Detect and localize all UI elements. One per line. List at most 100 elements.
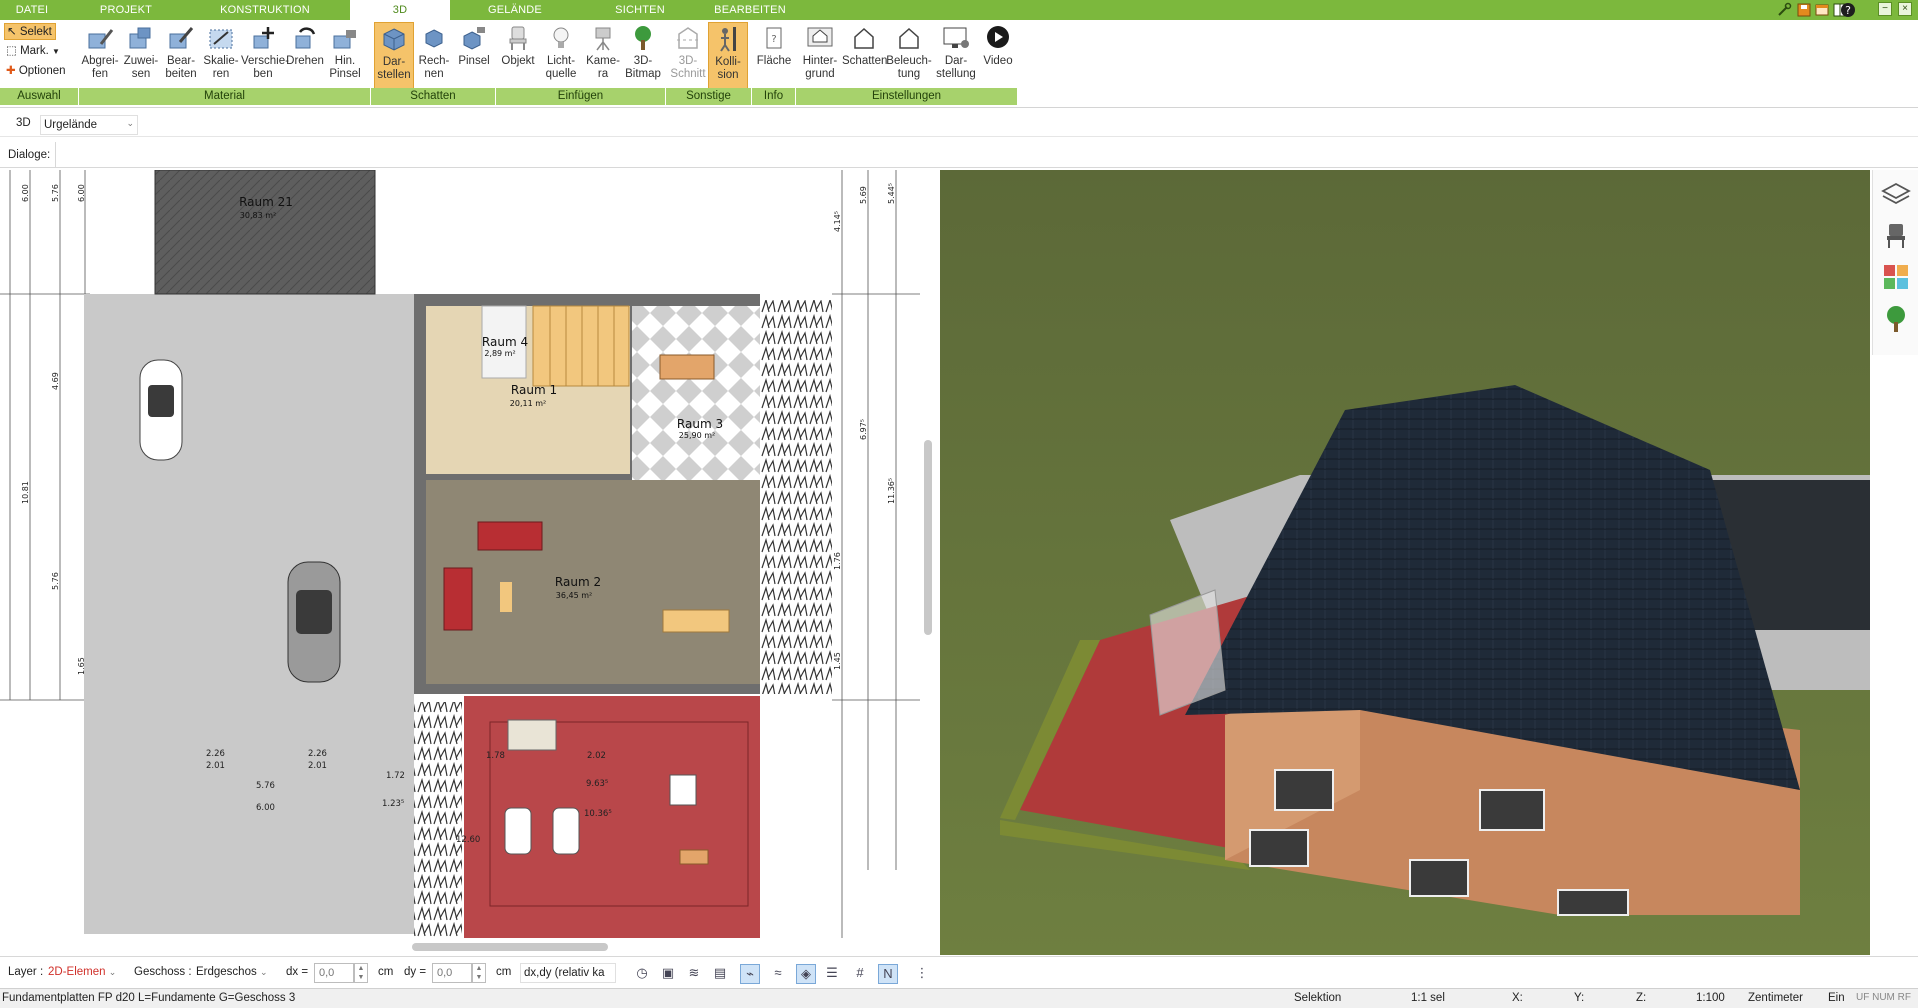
darstellung-button[interactable]: Dar- stellung (934, 22, 978, 90)
pinsel-button[interactable]: Pinsel (454, 22, 494, 90)
drehen-button[interactable]: Drehen (285, 22, 325, 90)
staircase[interactable] (532, 305, 630, 387)
svg-text:2.02: 2.02 (587, 751, 606, 761)
garage-roof[interactable] (154, 170, 376, 295)
layers-stack-icon[interactable]: ≋ (684, 964, 704, 984)
room-3-name: Raum 3 (677, 417, 723, 431)
north-icon[interactable]: N (878, 964, 898, 984)
rechnen-button[interactable]: Rech- nen (414, 22, 454, 90)
rotate-icon (290, 24, 320, 52)
beleuchtung-button[interactable]: Beleuch- tung (886, 22, 932, 90)
dy-input[interactable]: 0,0 (432, 963, 472, 983)
tab-sichten[interactable]: SICHTEN (600, 0, 680, 20)
3d-bitmap-button[interactable]: 3D- Bitmap (623, 22, 663, 90)
hintergrund-button[interactable]: Hinter- grund (798, 22, 842, 90)
chair-icon[interactable] (1881, 220, 1911, 250)
lichtquelle-label: Licht- quelle (545, 55, 577, 80)
snap-line-icon[interactable]: ⌁ (740, 964, 760, 984)
terrace-bench[interactable] (679, 849, 709, 865)
optionen-label: Optionen (18, 65, 66, 77)
video-button[interactable]: Video (978, 22, 1018, 90)
hin-pinsel-button[interactable]: Hin. Pinsel (325, 22, 365, 90)
tools-icon[interactable] (1776, 2, 1792, 18)
sun-lounger-1[interactable] (504, 807, 532, 855)
tab-gelaende[interactable]: GELÄNDE (470, 0, 560, 20)
mark-button[interactable]: ⬚ Mark. ▼ (4, 43, 60, 60)
minimize-button[interactable]: − (1878, 2, 1892, 16)
snap-grid-icon[interactable]: ≈ (768, 964, 788, 984)
lounge-chair[interactable] (507, 719, 557, 751)
zuweisen-button[interactable]: Zuwei- sen (121, 22, 161, 90)
floor-plan-view[interactable]: Raum 21 30,83 m² Raum 4 2,89 m² Raum 1 2… (0, 170, 760, 938)
armchair[interactable] (443, 567, 473, 631)
measure-icon[interactable]: ☰ (822, 964, 842, 984)
grid-icon[interactable]: # (850, 964, 870, 984)
tab-3d[interactable]: 3D (350, 0, 450, 20)
3d-scene[interactable] (940, 170, 1870, 955)
car-bottom[interactable] (287, 561, 341, 683)
hedge-left[interactable] (414, 702, 462, 938)
3d-view[interactable] (940, 170, 1870, 955)
status-flags: UF NUM RF (1856, 992, 1911, 1003)
help-icon[interactable]: ? (1840, 2, 1856, 18)
sofa[interactable] (477, 521, 543, 551)
kollision-button[interactable]: Kolli- sion (708, 22, 748, 90)
driveway[interactable] (84, 294, 414, 934)
group-auswahl: Auswahl (0, 88, 79, 105)
close-button[interactable]: × (1898, 2, 1912, 16)
tab-bearbeiten[interactable]: BEARBEITEN (700, 0, 800, 20)
kamera-button[interactable]: Kame- ra (583, 22, 623, 90)
svg-text:6.00: 6.00 (21, 184, 30, 202)
layers-icon[interactable] (1881, 180, 1911, 210)
more-icon[interactable]: ⋮ (912, 964, 932, 984)
flaeche-button[interactable]: ? Fläche (754, 22, 794, 90)
room-21-area: 30,83 m² (240, 211, 276, 220)
3d-schnitt-button[interactable]: 3D- Schnitt (668, 22, 708, 90)
optionen-button[interactable]: ✚ Optionen (4, 63, 66, 80)
schatten-einst-button[interactable]: Schatten (842, 22, 887, 90)
tab-datei[interactable]: DATEI (0, 0, 64, 20)
darstellen-button[interactable]: Dar- stellen (374, 22, 414, 90)
floor-plan-drawing[interactable]: Raum 21 30,83 m² Raum 4 2,89 m² Raum 1 2… (0, 170, 760, 938)
status-selection: 1:1 sel (1411, 992, 1445, 1004)
snap-point-icon[interactable]: ◈ (796, 964, 816, 984)
geschoss-label: Geschoss : (134, 966, 192, 978)
terrain-select[interactable]: Urgelände ⌄ (40, 115, 138, 135)
terrace-table[interactable] (669, 774, 697, 806)
objekt-button[interactable]: Objekt (497, 22, 539, 90)
dim-right-5: 1.76 (833, 552, 842, 570)
selekt-button[interactable]: ↖ Selekt (4, 23, 56, 40)
skalieren-label: Skalie- ren (203, 55, 239, 80)
dx-stepper[interactable]: ▲ ▼ (354, 963, 368, 983)
dining-table-room-2[interactable] (662, 609, 730, 633)
dialog-bar: Dialoge: (0, 142, 1918, 168)
abgreifen-button[interactable]: Abgrei- fen (79, 22, 121, 90)
skalieren-button[interactable]: Skalie- ren (201, 22, 241, 90)
kamera-label: Kame- ra (586, 55, 620, 80)
bearbeiten-button[interactable]: Bear- beiten (161, 22, 201, 90)
object-icon[interactable]: ▤ (710, 964, 730, 984)
side-table[interactable] (500, 582, 512, 612)
sun-lounger-2[interactable] (552, 807, 580, 855)
coord-mode-select[interactable]: dx,dy (relativ ka (520, 963, 616, 983)
tab-projekt[interactable]: PROJEKT (86, 0, 166, 20)
monitor-icon[interactable]: ▣ (658, 964, 678, 984)
material-palette-icon[interactable] (1881, 262, 1911, 292)
dx-input[interactable]: 0,0 (314, 963, 354, 983)
layer-select[interactable]: 2D-Elemen ⌄ (48, 963, 122, 983)
background-icon (805, 24, 835, 52)
save-icon[interactable] (1796, 2, 1812, 18)
clock-icon[interactable]: ◷ (632, 964, 652, 984)
tab-konstruktion[interactable]: KONSTRUKTION (210, 0, 320, 20)
plan-vertical-scrollbar[interactable] (924, 440, 932, 635)
window-icon[interactable] (1814, 2, 1830, 18)
tree-icon[interactable] (1881, 304, 1911, 334)
car-top[interactable] (139, 359, 183, 461)
geschoss-select[interactable]: Erdgeschos ⌄ (196, 963, 270, 983)
dining-table-room-3[interactable] (659, 354, 715, 380)
dialoge-label[interactable]: Dialoge: (0, 142, 56, 168)
verschieben-button[interactable]: Verschie- ben (241, 22, 289, 90)
lichtquelle-button[interactable]: Licht- quelle (539, 22, 583, 90)
dy-stepper[interactable]: ▲ ▼ (472, 963, 486, 983)
plan-horizontal-scrollbar[interactable] (412, 943, 608, 951)
